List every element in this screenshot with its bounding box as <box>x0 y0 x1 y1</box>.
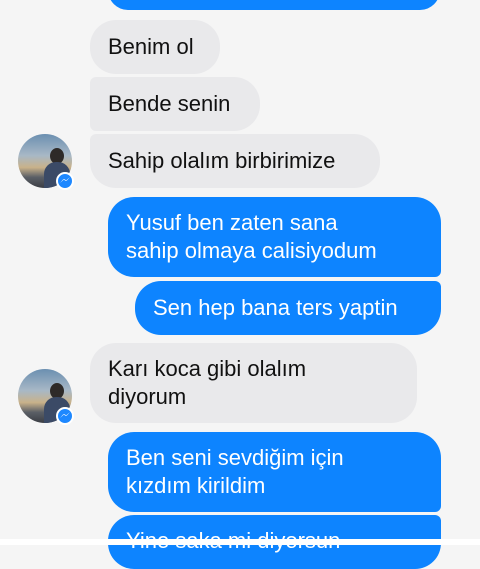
message-text: Sahip olalım birbirimize <box>108 148 336 173</box>
message-text: Ben seni sevdiğim için kızdım kirildim <box>126 445 344 498</box>
message-bubble-incoming[interactable]: Bende senin <box>90 77 260 131</box>
message-text: Benim ol <box>108 34 194 59</box>
message-bubble-outgoing[interactable]: Ben seni sevdiğim için kızdım kirildim <box>108 432 441 512</box>
message-bubble-outgoing[interactable]: Yusuf ben zaten sana sahip olmaya calisi… <box>108 197 441 277</box>
message-bubble-incoming[interactable]: Karı koca gibi olalım diyorum <box>90 343 417 423</box>
bottom-edge <box>0 539 480 545</box>
message-text: Yusuf ben zaten sana sahip olmaya calisi… <box>126 210 377 263</box>
message-bubble-outgoing[interactable]: Sen hep bana ters yaptin <box>135 281 441 335</box>
message-bubble-incoming[interactable]: Sahip olalım birbirimize <box>90 134 380 188</box>
message-bubble-incoming[interactable]: Benim ol <box>90 20 220 74</box>
messenger-icon <box>56 172 74 190</box>
message-text: Sen hep bana ters yaptin <box>153 295 398 320</box>
message-bubble-outgoing[interactable] <box>108 0 440 10</box>
message-text: Bende senin <box>108 91 231 116</box>
messenger-icon <box>56 407 74 425</box>
contact-avatar[interactable] <box>18 369 74 425</box>
message-text: Karı koca gibi olalım diyorum <box>108 356 307 409</box>
contact-avatar[interactable] <box>18 134 74 190</box>
